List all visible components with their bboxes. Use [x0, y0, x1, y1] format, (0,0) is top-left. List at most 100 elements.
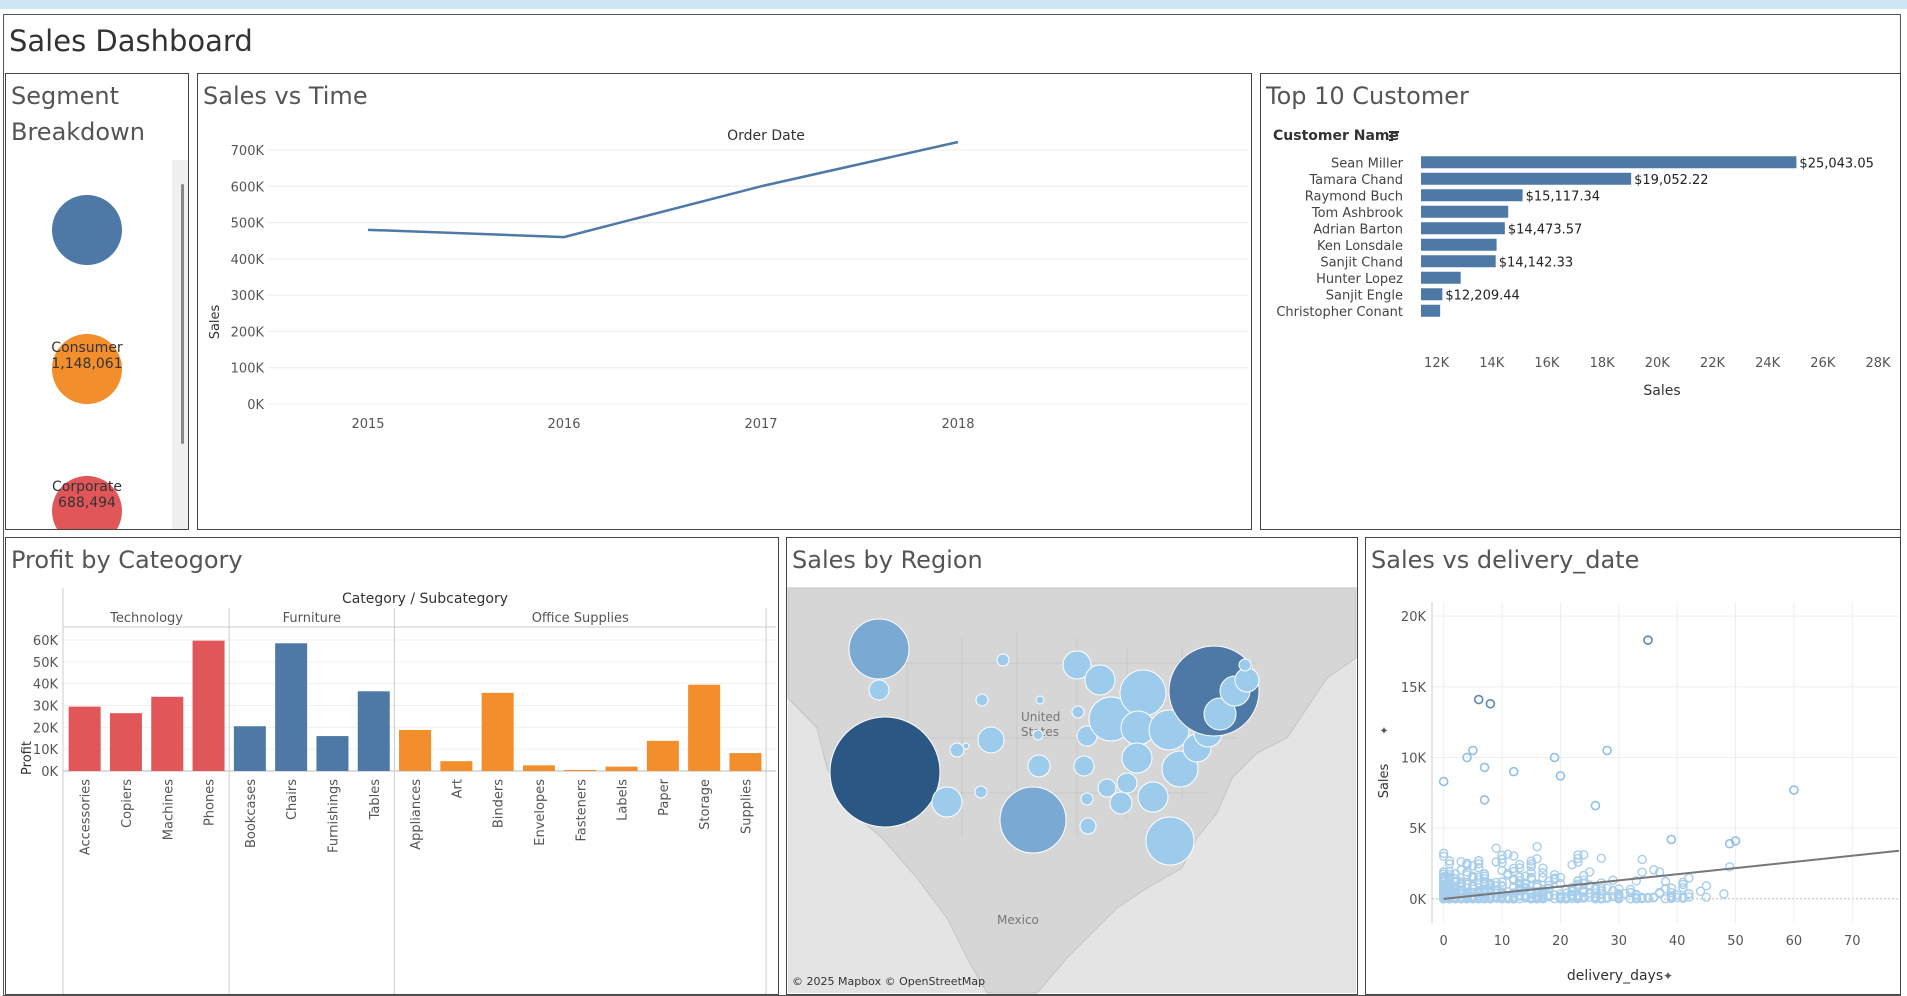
top10-bar[interactable]	[1421, 156, 1797, 169]
delivery-point[interactable]	[1532, 841, 1542, 852]
bubble-ms[interactable]	[1097, 778, 1117, 798]
profit-bar[interactable]	[399, 729, 432, 771]
bubble-montana[interactable]	[975, 693, 989, 707]
delivery-point[interactable]	[1695, 886, 1706, 896]
profit-bar[interactable]	[233, 726, 266, 771]
profit-group-label: Office Supplies	[532, 611, 629, 626]
bubble-tn[interactable]	[1116, 772, 1138, 794]
region-map[interactable]: United States Mexico	[787, 538, 1357, 994]
map-attribution[interactable]: © 2025 Mapbox © OpenStreetMap	[792, 975, 985, 988]
profit-bar[interactable]	[646, 740, 679, 771]
top10-customer-label: Sean Miller	[1331, 156, 1404, 171]
delivery-point[interactable]	[1590, 800, 1601, 811]
top10-customer-label: Tamara Chand	[1308, 173, 1403, 188]
bubble-ne[interactable]	[1032, 729, 1044, 741]
top10-xtick: 28K	[1865, 356, 1891, 371]
profit-bar[interactable]	[275, 643, 308, 771]
top10-bar[interactable]	[1421, 238, 1497, 251]
segment-list: Consumer 1,148,061 Corporate 688,494	[6, 160, 186, 529]
bubble-al[interactable]	[1109, 791, 1133, 815]
profit-bar[interactable]	[688, 684, 721, 771]
delivery-xtick: 60	[1786, 934, 1803, 949]
profit-panel: Profit by Cateogory Category / Subcatego…	[5, 537, 779, 995]
delivery-point[interactable]	[1485, 698, 1496, 709]
delivery-point[interactable]	[1479, 762, 1490, 773]
profit-bar[interactable]	[109, 713, 142, 771]
delivery-point[interactable]	[1719, 889, 1729, 899]
delivery-xlabel-pin-icon[interactable]: ✦	[1663, 969, 1673, 983]
delivery-point[interactable]	[1468, 745, 1478, 756]
delivery-point[interactable]	[1637, 867, 1647, 877]
bubble-utah[interactable]	[949, 742, 965, 758]
bubble-ga[interactable]	[1137, 781, 1169, 813]
sales-time-panel: Sales vs Time Order Date Sales 0K 100K 200…	[197, 73, 1252, 530]
dashboard-title: Sales Dashboard	[9, 24, 253, 58]
segment-circle-consumer[interactable]	[52, 195, 122, 265]
top10-bar[interactable]	[1421, 271, 1461, 284]
bubble-sd[interactable]	[1035, 695, 1045, 705]
profit-bar[interactable]	[605, 766, 638, 771]
delivery-point[interactable]	[1596, 853, 1606, 864]
top10-bar[interactable]	[1421, 222, 1505, 235]
delivery-ylabel-pin-icon[interactable]: ✦	[1378, 726, 1391, 735]
profit-ytick: 40K	[33, 678, 59, 693]
bubble-ia[interactable]	[1071, 705, 1085, 719]
top10-bar[interactable]	[1421, 304, 1441, 317]
sales-time-chart: Order Date Sales 0K 100K 200K 300K 400K 500K 6…	[208, 128, 1248, 432]
bubble-me[interactable]	[1238, 658, 1252, 672]
top10-bar[interactable]	[1421, 205, 1509, 218]
delivery-point[interactable]	[1602, 745, 1612, 756]
bubble-idaho[interactable]	[962, 742, 970, 750]
segment-panel: Segment Breakdown Consumer 1,148,061 Corpo…	[5, 73, 189, 530]
bubble-california[interactable]	[829, 716, 941, 828]
delivery-ylabel: Sales	[1377, 763, 1392, 798]
delivery-point[interactable]	[1684, 873, 1694, 883]
bubble-kentucky[interactable]	[1121, 742, 1153, 774]
profit-bar[interactable]	[729, 753, 762, 771]
bubble-texas[interactable]	[999, 786, 1067, 854]
profit-bar[interactable]	[192, 640, 225, 771]
profit-bar[interactable]	[481, 692, 514, 771]
segment-label-consumer: Consumer 1,148,061	[51, 340, 123, 372]
segment-title: Segment Breakdown	[11, 82, 145, 146]
delivery-point[interactable]	[1666, 834, 1677, 845]
bubble-wi[interactable]	[1084, 664, 1116, 696]
delivery-point[interactable]	[1473, 694, 1484, 705]
segment-label-corporate: Corporate 688,494	[52, 479, 122, 511]
bubble-colorado[interactable]	[977, 726, 1005, 754]
bubble-michigan[interactable]	[1119, 669, 1167, 717]
profit-bar[interactable]	[440, 761, 473, 771]
delivery-point[interactable]	[1508, 766, 1519, 777]
top10-bar[interactable]	[1421, 288, 1443, 301]
delivery-point[interactable]	[1637, 854, 1647, 865]
delivery-point[interactable]	[1643, 635, 1653, 645]
profit-bar[interactable]	[357, 691, 390, 771]
delivery-point[interactable]	[1491, 843, 1501, 853]
bubble-washington[interactable]	[848, 618, 910, 680]
delivery-point[interactable]	[1479, 795, 1490, 805]
bubble-nevada[interactable]	[931, 786, 963, 818]
top10-bar-label: $25,043.05	[1799, 156, 1873, 171]
top10-bar[interactable]	[1421, 189, 1523, 202]
profit-bar[interactable]	[564, 769, 597, 771]
profit-bar[interactable]	[68, 706, 101, 771]
profit-bar[interactable]	[316, 736, 349, 771]
bubble-ok[interactable]	[1027, 754, 1051, 778]
bubble-nd[interactable]	[996, 653, 1010, 667]
profit-bar[interactable]	[522, 765, 555, 771]
bubble-ar[interactable]	[1073, 755, 1095, 777]
top10-bar[interactable]	[1421, 255, 1496, 268]
profit-ytick: 30K	[33, 700, 59, 715]
bubble-fl[interactable]	[1145, 816, 1195, 866]
profit-xtick: Tables	[368, 779, 383, 821]
top10-bar-label: $15,117.34	[1526, 189, 1600, 204]
top10-bar[interactable]	[1421, 172, 1632, 185]
bubble-la[interactable]	[1080, 792, 1094, 806]
profit-header: Category / Subcategory	[342, 591, 508, 607]
bubble-ms2[interactable]	[1079, 817, 1097, 835]
bubble-ri[interactable]	[1234, 667, 1260, 693]
bubble-oregon[interactable]	[868, 679, 890, 701]
profit-xtick: Envelopes	[533, 779, 548, 846]
bubble-arizona[interactable]	[974, 785, 988, 799]
profit-bar[interactable]	[151, 696, 184, 771]
